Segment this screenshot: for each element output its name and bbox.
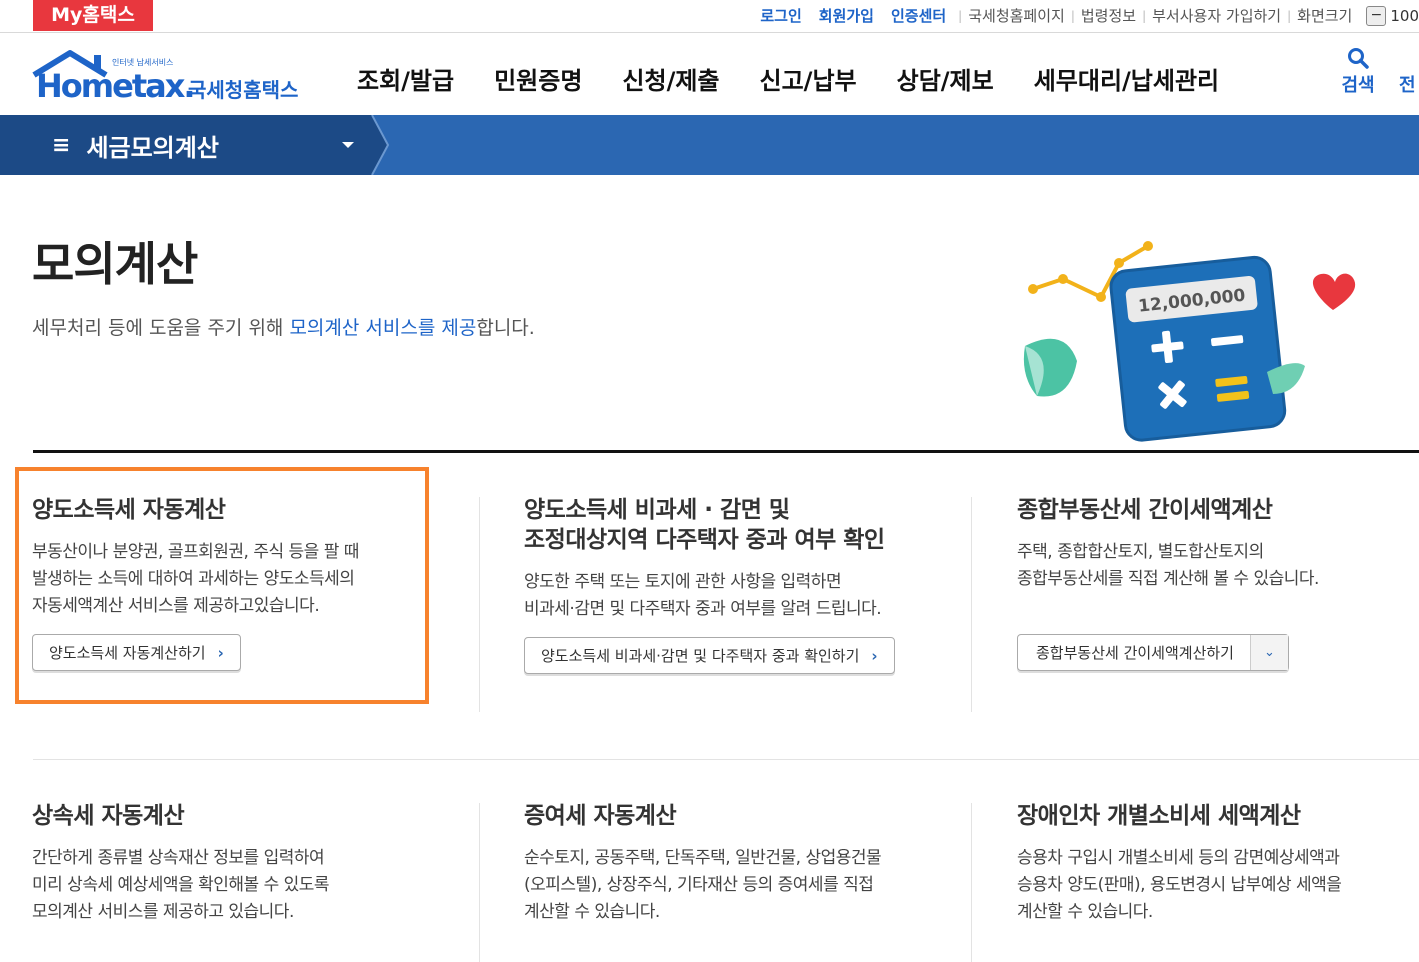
cert-center-link[interactable]: 인증센터 [891,5,946,26]
utility-links: 로그인 회원가입 인증센터 | 국세청홈페이지 | 법령정보 | 부서사용자 가… [760,0,1419,31]
heart-icon [1312,273,1356,310]
card-disabled-vehicle-tax: 장애인차 개별소비세 세액계산 승용차 구입시 개별소비세 등의 감면예상세액과… [1017,801,1407,926]
chevron-right-icon: › [871,646,878,665]
highlight-box [15,467,429,704]
site-header: 인터넷 납세서비스 Hometax. 국세청홈택스 조회/발급 민원증명 신청/… [0,33,1419,115]
divider: | [1287,8,1292,23]
hamburger-icon: ≡ [52,133,71,158]
card-title: 장애인차 개별소비세 세액계산 [1017,803,1301,829]
nav-inquiry-issue[interactable]: 조회/발급 [357,61,454,96]
column-divider [479,497,480,712]
nav-apply-submit[interactable]: 신청/제출 [622,61,719,96]
hometax-logo[interactable]: 인터넷 납세서비스 Hometax. 국세청홈택스 [30,41,310,111]
real-estate-tax-calc-button[interactable]: 종합부동산세 간이세액계산하기 ⌄ [1017,634,1289,671]
divider: | [1070,8,1075,23]
divider: | [958,8,963,23]
all-menu-button[interactable]: 전 [1399,71,1416,97]
zoom-out-button[interactable]: − [1366,5,1387,26]
row-divider [33,759,1419,760]
main-navigation: 조회/발급 민원증명 신청/제출 신고/납부 상담/제보 세무대리/납세관리 [357,61,1259,96]
column-divider [971,497,972,712]
card-title: 종합부동산세 간이세액계산 [1017,497,1273,523]
card-description: 순수토지, 공동주택, 단독주택, 일반건물, 상업용건물 (오피스텔), 상장… [524,848,882,922]
nav-consult-report[interactable]: 상담/제보 [897,61,994,96]
login-link[interactable]: 로그인 [760,5,801,26]
menu-title: 세금모의계산 [86,134,219,162]
page-title: 모의계산 [32,237,198,291]
dept-user-signup-link[interactable]: 부서사용자 가입하기 [1152,5,1281,26]
caret-down-icon[interactable] [342,142,354,148]
card-comprehensive-real-estate-tax: 종합부동산세 간이세액계산 주택, 종합합산토지, 별도합산토지의 종합부동산세… [1017,495,1397,671]
nav-tax-agent[interactable]: 세무대리/납세관리 [1034,61,1219,96]
search-label: 검색 [1341,75,1375,96]
nav-civil-certificate[interactable]: 민원증명 [494,61,582,96]
card-inheritance-tax: 상속세 자동계산 간단하게 종류별 상속재산 정보를 입력하여 미리 상속세 예… [32,801,452,926]
card-description: 승용차 구입시 개별소비세 등의 감면예상세액과 승용차 양도(판매), 용도변… [1017,848,1342,922]
capital-gains-exemption-check-button[interactable]: 양도소득세 비과세·감면 및 다주택자 중과 확인하기 › [524,637,895,674]
search-button[interactable]: 검색 [1336,47,1380,97]
my-hometax-link[interactable]: My홈택스 [33,0,153,31]
divider: | [1142,8,1147,23]
logo-sub-text: 국세청홈택스 [188,78,298,102]
menu-dropdown[interactable]: ≡ 세금모의계산 [52,128,219,163]
house-icon: 인터넷 납세서비스 Hometax. 국세청홈택스 [32,50,298,105]
section-divider [33,450,1419,453]
card-title: 증여세 자동계산 [524,803,677,829]
zoom-control: − 100 [1366,5,1419,26]
nts-homepage-link[interactable]: 국세청홈페이지 [968,5,1065,26]
card-title: 상속세 자동계산 [32,803,185,829]
calculator-illustration: 12,000,000 [1023,241,1356,442]
card-title: 양도소득세 비과세 · 감면 및 조정대상지역 다주택자 중과 여부 확인 [524,497,885,553]
signup-link[interactable]: 회원가입 [819,5,874,26]
zoom-value: 100 [1390,6,1419,25]
top-utility-bar: My홈택스 로그인 회원가입 인증센터 | 국세청홈페이지 | 법령정보 | 부… [0,0,1419,33]
chevron-down-icon[interactable]: ⌄ [1249,635,1288,670]
column-divider [479,803,480,962]
card-description: 주택, 종합합산토지, 별도합산토지의 종합부동산세를 직접 계산해 볼 수 있… [1017,542,1319,589]
card-description: 간단하게 종류별 상속재산 정보를 입력하여 미리 상속세 예상세액을 확인해볼… [32,848,330,922]
column-divider [971,803,972,962]
card-capital-gains-exemption: 양도소득세 비과세 · 감면 및 조정대상지역 다주택자 중과 여부 확인 양도… [524,495,954,674]
screen-size-label: 화면크기 [1297,7,1353,25]
law-info-link[interactable]: 법령정보 [1081,5,1136,26]
page-description: 세무처리 등에 도움을 주기 위해 모의계산 서비스를 제공합니다. [32,317,535,339]
search-icon [1348,48,1369,69]
card-gift-tax: 증여세 자동계산 순수토지, 공동주택, 단독주택, 일반건물, 상업용건물 (… [524,801,954,926]
card-description: 양도한 주택 또는 토지에 관한 사항을 입력하면 비과세·감면 및 다주택자 … [524,572,882,619]
nav-report-pay[interactable]: 신고/납부 [760,61,857,96]
logo-small-text: 인터넷 납세서비스 [112,57,173,67]
logo-main-text: Hometax. [36,67,194,105]
